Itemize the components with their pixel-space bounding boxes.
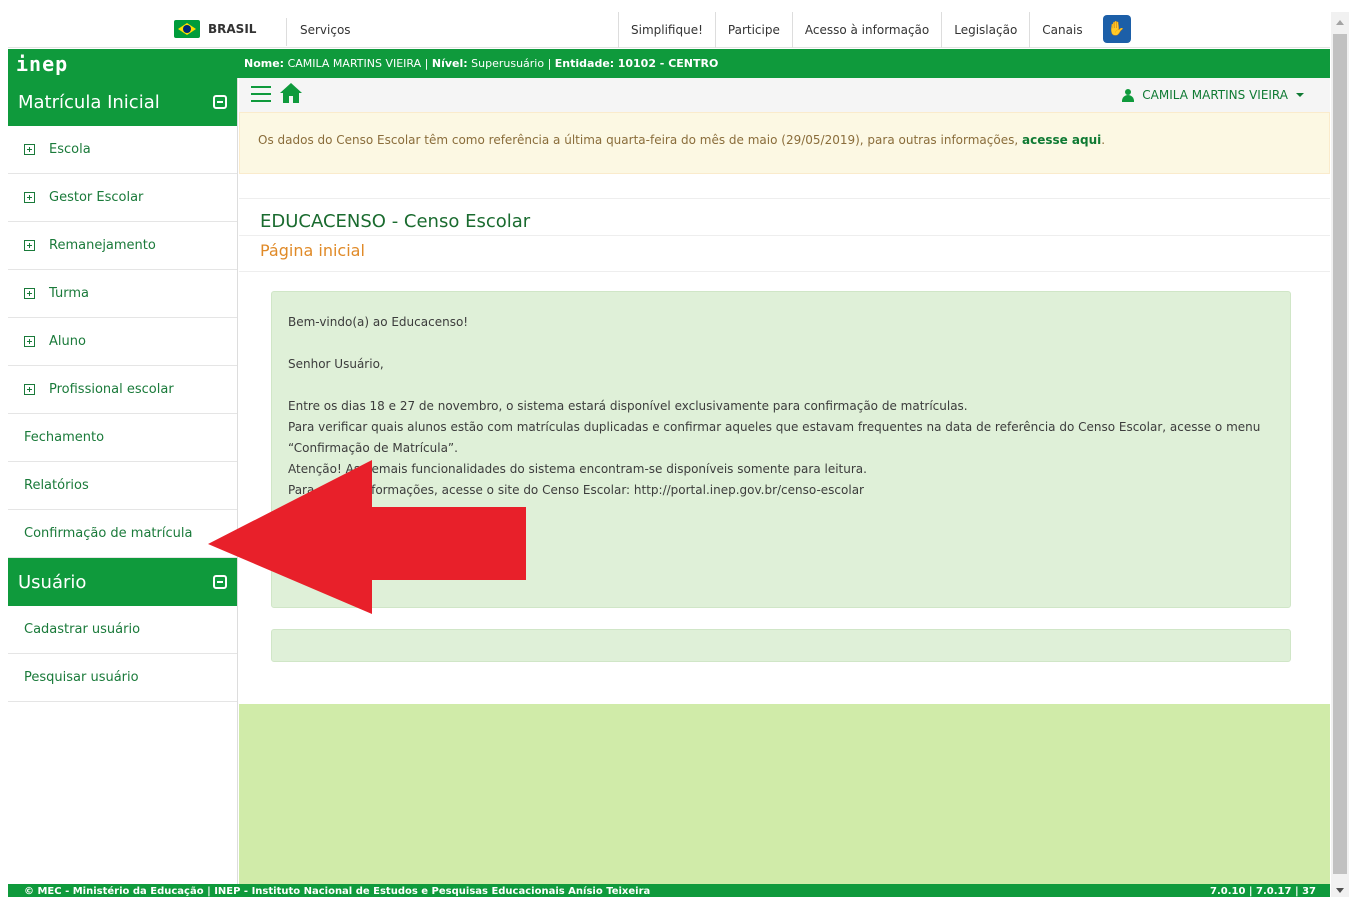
level-value: Superusuário	[471, 57, 545, 70]
welcome-greeting: Bem-vindo(a) ao Educacenso!	[288, 315, 469, 329]
expand-icon	[24, 288, 35, 299]
expand-icon	[24, 192, 35, 203]
scrollbar[interactable]	[1331, 12, 1349, 897]
welcome-line: Para verificar quais alunos estão com ma…	[288, 420, 1261, 455]
hamburger-menu-icon[interactable]	[251, 86, 271, 102]
level-label: Nível:	[431, 57, 468, 70]
canais-link[interactable]: Canais	[1029, 12, 1094, 48]
sidebar-item-label: Pesquisar usuário	[24, 670, 139, 685]
info-alert: Os dados do Censo Escolar têm como refer…	[239, 112, 1330, 174]
chevron-down-icon	[1296, 93, 1304, 97]
sidebar-item-aluno[interactable]: Aluno	[8, 318, 237, 366]
scroll-down-icon[interactable]	[1336, 888, 1344, 893]
sidebar-item-label: Profissional escolar	[49, 382, 174, 397]
participe-link[interactable]: Participe	[714, 12, 792, 48]
servicos-link[interactable]: Serviços	[300, 23, 351, 37]
page-subtitle: Página inicial	[260, 241, 365, 260]
divider	[239, 235, 1330, 236]
app-header: inep Nome: CAMILA MARTINS VIEIRA | Nível…	[8, 49, 1330, 78]
expand-icon	[24, 240, 35, 251]
brasil-link[interactable]: BRASIL	[174, 20, 256, 38]
brasil-label: BRASIL	[208, 22, 257, 36]
footer-copyright: © MEC - Ministério da Educação | INEP - …	[24, 886, 651, 897]
sidebar-item-label: Gestor Escolar	[49, 190, 144, 205]
red-arrow-annotation	[208, 460, 526, 614]
divider	[286, 18, 287, 46]
sidebar-item-fechamento[interactable]: Fechamento	[8, 414, 237, 462]
alert-suffix: .	[1101, 133, 1106, 147]
entity-value: 10102 - CENTRO	[617, 57, 719, 70]
sidebar-item-label: Cadastrar usuário	[24, 622, 141, 637]
sidebar-item-label: Escola	[49, 142, 91, 157]
welcome-line: Entre os dias 18 e 27 de novembro, o sis…	[288, 399, 968, 413]
bottom-area	[239, 704, 1330, 884]
page: BRASIL Serviços Simplifique! Participe A…	[0, 0, 1349, 897]
sidebar-section-usuario[interactable]: Usuário	[8, 558, 237, 606]
sidebar-item-gestor-escolar[interactable]: Gestor Escolar	[8, 174, 237, 222]
page-header: EDUCACENSO - Censo Escolar Página inicia…	[239, 198, 1330, 272]
user-menu-name: CAMILA MARTINS VIEIRA	[1142, 88, 1288, 102]
welcome-salutation: Senhor Usuário,	[288, 357, 384, 371]
toolbar: CAMILA MARTINS VIEIRA	[239, 78, 1330, 112]
empty-panel	[271, 629, 1291, 662]
brazil-flag-icon	[174, 20, 200, 38]
acesse-aqui-link[interactable]: acesse aqui	[1022, 133, 1101, 147]
inep-logo: inep	[16, 52, 69, 76]
sidebar-item-confirmacao-matricula[interactable]: Confirmação de matrícula	[8, 510, 237, 558]
name-label: Nome:	[244, 57, 285, 70]
user-info: Nome: CAMILA MARTINS VIEIRA | Nível: Sup…	[244, 57, 719, 70]
expand-icon	[24, 144, 35, 155]
sidebar-item-remanejamento[interactable]: Remanejamento	[8, 222, 237, 270]
footer: © MEC - Ministério da Educação | INEP - …	[8, 884, 1330, 897]
sidebar-item-label: Remanejamento	[49, 238, 156, 253]
accessibility-icon[interactable]: ✋	[1102, 15, 1131, 43]
sidebar-item-label: Confirmação de matrícula	[24, 526, 193, 541]
scroll-thumb[interactable]	[1333, 34, 1347, 874]
sidebar-item-label: Aluno	[49, 334, 86, 349]
sidebar-item-label: Relatórios	[24, 478, 89, 493]
sidebar-item-relatorios[interactable]: Relatórios	[8, 462, 237, 510]
legislacao-link[interactable]: Legislação	[941, 12, 1029, 48]
section-title: Matrícula Inicial	[18, 91, 160, 113]
scroll-up-icon[interactable]	[1336, 20, 1344, 25]
expand-icon	[24, 336, 35, 347]
sidebar-item-label: Turma	[49, 286, 89, 301]
page-title: EDUCACENSO - Censo Escolar	[260, 211, 531, 232]
section-title: Usuário	[18, 571, 87, 593]
sidebar-section-matricula[interactable]: Matrícula Inicial	[8, 78, 237, 126]
entity-label: Entidade:	[554, 57, 615, 70]
collapse-icon[interactable]	[213, 95, 227, 109]
footer-versions: 7.0.10 | 7.0.17 | 37	[1209, 886, 1316, 897]
name-value: CAMILA MARTINS VIEIRA	[287, 57, 422, 70]
simplifique-link[interactable]: Simplifique!	[618, 12, 715, 48]
home-icon[interactable]	[279, 82, 303, 104]
expand-icon	[24, 384, 35, 395]
acesso-informacao-link[interactable]: Acesso à informação	[791, 12, 941, 48]
sidebar-item-profissional-escolar[interactable]: Profissional escolar	[8, 366, 237, 414]
user-icon	[1122, 88, 1135, 102]
gov-links: Simplifique! Participe Acesso à informaç…	[618, 12, 1139, 48]
alert-text: Os dados do Censo Escolar têm como refer…	[258, 133, 1022, 147]
sidebar-item-turma[interactable]: Turma	[8, 270, 237, 318]
sidebar-item-escola[interactable]: Escola	[8, 126, 237, 174]
user-menu-dropdown[interactable]: CAMILA MARTINS VIEIRA	[1122, 88, 1304, 102]
gov-bar: BRASIL Serviços Simplifique! Participe A…	[8, 12, 1330, 48]
sidebar-item-pesquisar-usuario[interactable]: Pesquisar usuário	[8, 654, 237, 702]
sidebar-item-label: Fechamento	[24, 430, 105, 445]
sidebar-item-cadastrar-usuario[interactable]: Cadastrar usuário	[8, 606, 237, 654]
sidebar: Matrícula Inicial Escola Gestor Escolar …	[8, 78, 238, 884]
